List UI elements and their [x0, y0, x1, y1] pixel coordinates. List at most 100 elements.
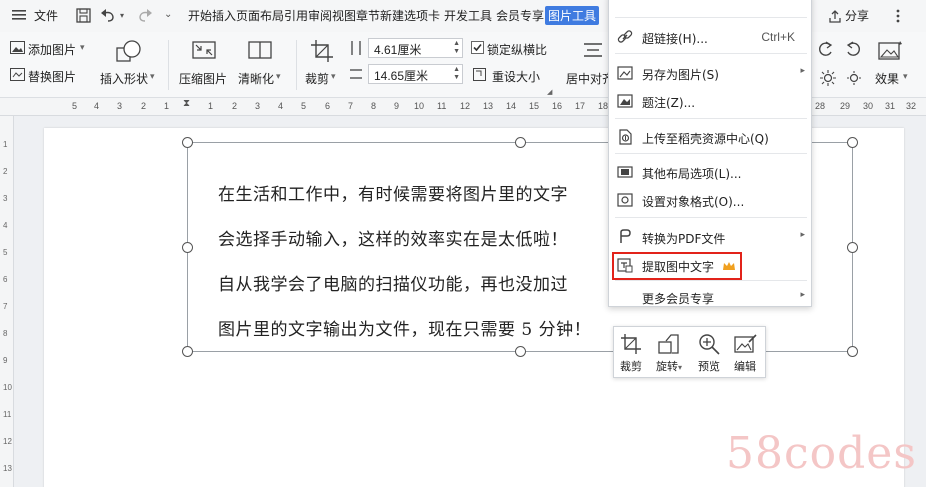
menu-item-more-member[interactable]: 更多会员专享 ▸	[609, 284, 813, 310]
ruler-number: 16	[552, 101, 563, 111]
rotate-left-icon[interactable]	[818, 41, 834, 60]
crop-icon[interactable]	[310, 39, 334, 66]
mini-rotate-button[interactable]: 旋转▾	[652, 331, 686, 375]
ruler-number: 3	[117, 101, 123, 111]
width-input[interactable]: 14.65厘米 ▲ ▼	[368, 64, 463, 84]
menu-item-convert-pdf[interactable]: 转换为PDF文件 ▸	[609, 224, 813, 250]
tab-view[interactable]: 视图	[332, 7, 356, 24]
tab-home[interactable]: 开始	[188, 7, 212, 24]
save-icon[interactable]	[76, 8, 91, 26]
insert-shape-dropdown-icon[interactable]: ▾	[150, 72, 155, 82]
mini-edit-button[interactable]: 编辑	[728, 331, 762, 375]
ruler-number: 32	[906, 101, 917, 111]
resize-handle-middle-right[interactable]	[847, 242, 858, 253]
tab-references[interactable]: 引用	[284, 7, 308, 24]
resize-handle-top-right[interactable]	[847, 137, 858, 148]
resize-handle-top-left[interactable]	[182, 137, 193, 148]
upload-icon	[617, 129, 633, 148]
tab-page-layout[interactable]: 页面布局	[236, 7, 284, 24]
size-dialog-launcher-icon[interactable]: ◢	[547, 88, 552, 96]
clarify-dropdown-icon[interactable]: ▾	[276, 72, 281, 82]
indent-marker-icon[interactable]: ⧗	[183, 98, 190, 109]
menu-item-caption[interactable]: 题注(Z)...	[609, 88, 813, 114]
crop-dropdown-icon[interactable]: ▾	[331, 72, 336, 82]
ruler-number: 2	[141, 101, 147, 111]
share-button[interactable]: 分享	[845, 7, 869, 24]
compress-picture-icon[interactable]	[192, 39, 216, 64]
effects-dropdown-icon[interactable]: ▾	[903, 72, 908, 82]
pdf-icon	[617, 229, 633, 248]
replace-picture-button[interactable]: 替换图片	[28, 68, 76, 85]
clarify-icon[interactable]	[248, 39, 272, 64]
lock-ratio-label[interactable]: 锁定纵横比	[487, 41, 547, 58]
tab-new-tab[interactable]: 新建选项卡	[380, 7, 440, 24]
hamburger-icon[interactable]	[12, 9, 26, 24]
align-center-icon[interactable]	[582, 42, 604, 63]
brightness-down-icon[interactable]	[846, 70, 862, 89]
insert-shape-icon[interactable]	[116, 39, 142, 66]
layout-icon	[617, 164, 633, 183]
replace-picture-icon[interactable]	[10, 68, 25, 84]
ruler-number: 2	[232, 101, 238, 111]
menu-item-format-object[interactable]: 设置对象格式(O)...	[609, 187, 813, 213]
tab-member[interactable]: 会员专享	[496, 7, 544, 24]
highlight-box	[612, 252, 742, 280]
menu-item-upload-resource[interactable]: 上传至稻壳资源中心(Q)	[609, 124, 813, 150]
ruler-number: 6	[3, 275, 8, 284]
reset-size-icon[interactable]	[473, 68, 486, 84]
height-input[interactable]: 4.61厘米 ▲ ▼	[368, 38, 463, 58]
resize-handle-top-middle[interactable]	[515, 137, 526, 148]
crop-icon	[621, 334, 641, 354]
ruler-number: 7	[348, 101, 354, 111]
resize-handle-bottom-left[interactable]	[182, 346, 193, 357]
menu-item-save-as-picture[interactable]: 另存为图片(S) ▸	[609, 60, 813, 86]
floating-picture-toolbar: 裁剪 旋转▾ 预览 编辑	[613, 326, 766, 378]
menu-item-layout-options[interactable]: 其他布局选项(L)...	[609, 159, 813, 185]
resize-handle-bottom-middle[interactable]	[515, 346, 526, 357]
height-stepper-icon[interactable]: ▲ ▼	[453, 40, 460, 56]
add-picture-dropdown-icon[interactable]: ▾	[80, 43, 85, 53]
align-center-button[interactable]: 居中对齐	[566, 70, 614, 87]
clarify-button[interactable]: 清晰化	[238, 70, 274, 87]
vertical-ruler[interactable]: 1 2 3 4 5 6 7 8 9 10 11 12 13	[0, 116, 14, 487]
mini-preview-button[interactable]: 预览	[692, 331, 726, 375]
undo-icon[interactable]	[100, 8, 116, 26]
tab-sections[interactable]: 章节	[356, 7, 380, 24]
undo-dropdown-icon[interactable]: ▾	[120, 11, 124, 20]
lock-ratio-checkbox[interactable]	[471, 41, 484, 57]
menu-item-hyperlink[interactable]: 超链接(H)... Ctrl+K	[609, 24, 813, 50]
ruler-number: 1	[164, 101, 170, 111]
rotate-right-icon[interactable]	[845, 41, 861, 60]
file-menu[interactable]: 文件	[34, 7, 58, 24]
ruler-number: 11	[3, 410, 12, 419]
width-stepper-icon[interactable]: ▲ ▼	[453, 66, 460, 82]
effects-button[interactable]: 效果	[875, 70, 899, 87]
tab-developer[interactable]: 开发工具	[444, 7, 492, 24]
brightness-up-icon[interactable]	[820, 70, 836, 89]
ruler-number: 4	[94, 101, 100, 111]
resize-handle-middle-left[interactable]	[182, 242, 193, 253]
more-options-icon[interactable]	[896, 9, 900, 26]
reset-size-button[interactable]: 重设大小	[492, 68, 540, 85]
ruler-number: 8	[371, 101, 377, 111]
resize-handle-bottom-right[interactable]	[847, 346, 858, 357]
tab-picture-tools[interactable]: 图片工具	[545, 6, 600, 25]
compress-picture-button[interactable]: 压缩图片	[179, 70, 227, 87]
ruler-number: 3	[3, 194, 8, 203]
tab-review[interactable]: 审阅	[308, 7, 332, 24]
effects-icon[interactable]	[878, 40, 904, 65]
ruler-number: 15	[529, 101, 540, 111]
share-icon[interactable]	[828, 9, 842, 26]
mini-crop-button[interactable]: 裁剪	[614, 331, 648, 375]
rotate-icon	[658, 334, 679, 354]
add-picture-button[interactable]: 添加图片	[28, 41, 76, 58]
insert-shape-button[interactable]: 插入形状	[100, 70, 148, 87]
customize-dropdown-icon[interactable]: ⌄	[164, 9, 172, 20]
ruler-number: 8	[3, 329, 8, 338]
ruler-number: 4	[3, 221, 8, 230]
add-picture-icon[interactable]	[10, 41, 25, 57]
tab-insert[interactable]: 插入	[212, 7, 236, 24]
ruler-number: 14	[506, 101, 517, 111]
crop-button[interactable]: 裁剪	[305, 70, 329, 87]
redo-icon[interactable]	[137, 8, 153, 26]
